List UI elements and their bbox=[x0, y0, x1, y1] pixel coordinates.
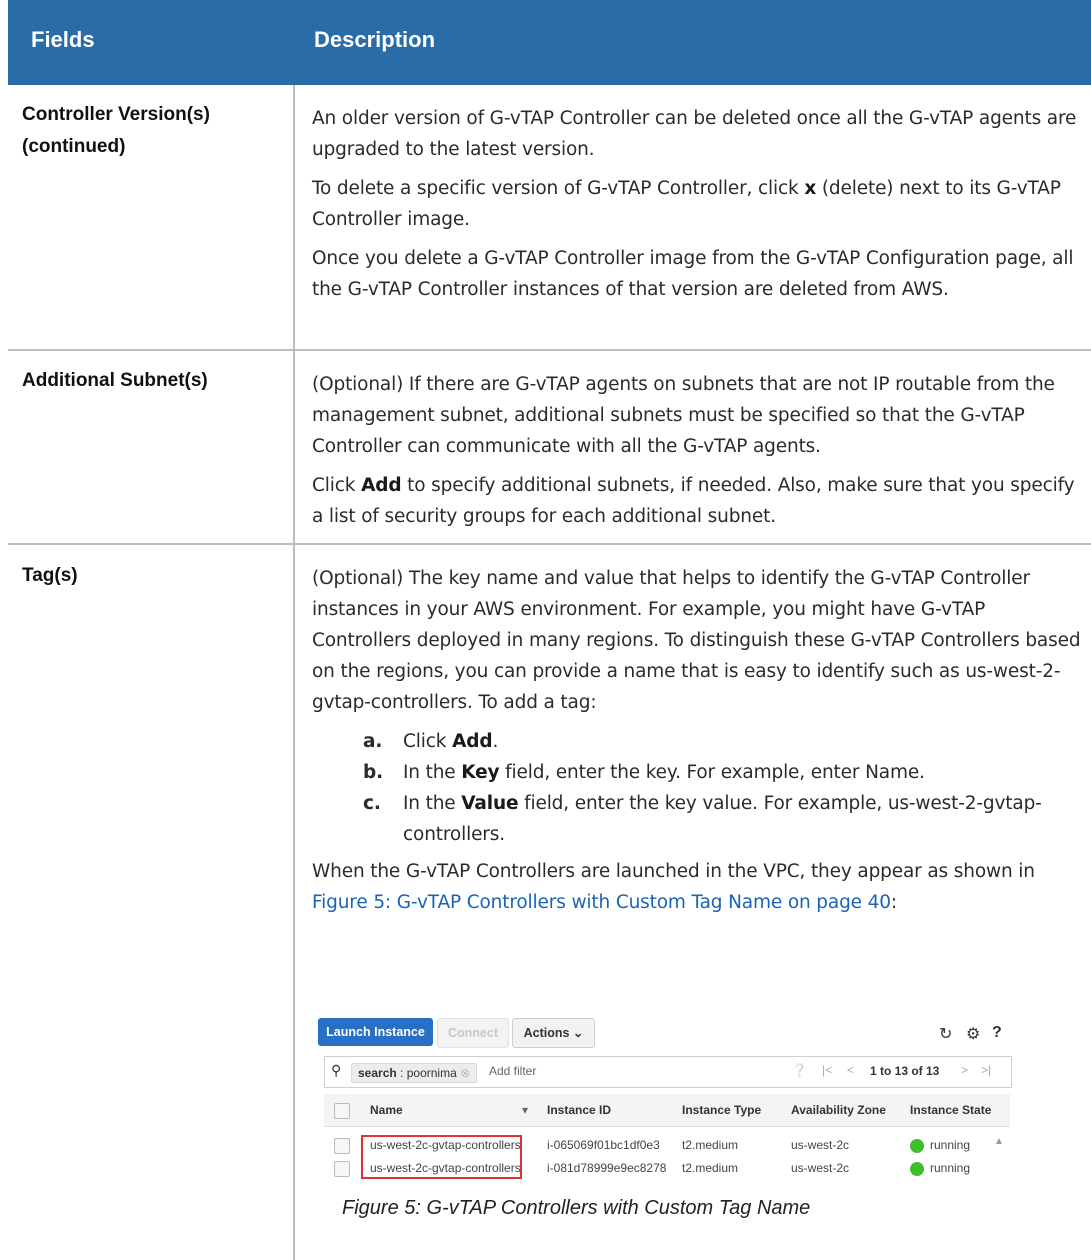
steps-list: a. Click Add. b. In the Key field, enter t… bbox=[312, 726, 1082, 850]
paragraph: (Optional) The key name and value that h… bbox=[312, 568, 1081, 713]
state-label: running bbox=[930, 1161, 971, 1175]
header-fields: Fields bbox=[31, 27, 95, 52]
list-item: b. In the Key field, enter the key. For e… bbox=[312, 757, 1082, 788]
paragraph: When the G-vTAP Controllers are launched… bbox=[312, 856, 1082, 918]
instance-type: t2.medium bbox=[682, 1161, 739, 1175]
text: . bbox=[492, 731, 499, 752]
actions-button[interactable]: Actions ⌄ bbox=[512, 1018, 595, 1048]
filter-key: search bbox=[358, 1066, 397, 1080]
description-tags: (Optional) The key name and value that h… bbox=[312, 563, 1082, 926]
bold-text: Key bbox=[461, 762, 500, 783]
sort-icon[interactable]: ▾ bbox=[522, 1103, 528, 1117]
help-icon[interactable]: ❔ bbox=[792, 1063, 807, 1077]
description-additional-subnets: (Optional) If there are G-vTAP agents on… bbox=[312, 369, 1082, 540]
column-header-name[interactable]: Name bbox=[370, 1103, 403, 1117]
connect-button[interactable]: Connect bbox=[437, 1018, 509, 1048]
bold-text: Value bbox=[461, 793, 519, 814]
state-label: running bbox=[930, 1138, 971, 1152]
availability-zone: us-west-2c bbox=[791, 1161, 850, 1175]
text: Click bbox=[403, 731, 453, 752]
instance-type: t2.medium bbox=[682, 1138, 739, 1152]
instance-id: i-065069f01bc1df0e3 bbox=[547, 1138, 660, 1152]
column-header-instance-state[interactable]: Instance State bbox=[910, 1103, 991, 1117]
highlight-box bbox=[361, 1135, 522, 1179]
first-page-icon[interactable]: |< bbox=[822, 1063, 832, 1077]
step-letter: c. bbox=[363, 793, 381, 814]
column-header-availability-zone[interactable]: Availability Zone bbox=[791, 1103, 886, 1117]
row-checkbox[interactable] bbox=[334, 1138, 350, 1154]
instances-table-header: Name ▾ Instance ID Instance Type Availab… bbox=[324, 1094, 1010, 1127]
gear-icon[interactable]: ⚙ bbox=[966, 1024, 980, 1044]
column-divider bbox=[293, 85, 295, 1260]
instance-state: running bbox=[910, 1134, 970, 1156]
search-bar[interactable]: ⚲ search : poornima ⊗ Add filter ❔ |< < … bbox=[324, 1056, 1012, 1088]
field-additional-subnets: Additional Subnet(s) bbox=[22, 370, 208, 391]
list-item: c. In the Value field, enter the key valu… bbox=[312, 788, 1082, 850]
figure-caption: Figure 5: G-vTAP Controllers with Custom… bbox=[342, 1197, 811, 1219]
field-label-continued: (continued) bbox=[22, 136, 126, 157]
text: In the bbox=[403, 762, 462, 783]
fields-table: Fields Description Controller Version(s)… bbox=[8, 0, 1091, 1260]
delete-x-label: x bbox=[804, 178, 817, 199]
refresh-icon[interactable]: ↻ bbox=[939, 1024, 952, 1044]
field-tags: Tag(s) bbox=[22, 565, 78, 586]
paragraph: To delete a specific version of G-vTAP C… bbox=[312, 173, 1082, 235]
actions-label: Actions bbox=[523, 1026, 570, 1040]
field-label: Controller Version(s) bbox=[22, 104, 210, 125]
figure-link[interactable]: Figure 5: G-vTAP Controllers with Custom… bbox=[312, 892, 891, 913]
instance-id: i-081d78999e9ec8278 bbox=[547, 1161, 667, 1175]
select-all-checkbox[interactable] bbox=[334, 1103, 350, 1119]
launch-instance-button[interactable]: Launch Instance bbox=[318, 1018, 433, 1046]
search-filter-tag[interactable]: search : poornima ⊗ bbox=[351, 1063, 478, 1083]
text: When the G-vTAP Controllers are launched… bbox=[312, 861, 1035, 882]
header-description: Description bbox=[314, 27, 436, 52]
step-letter: b. bbox=[363, 762, 383, 783]
description-controller-versions: An older version of G-vTAP Controller ca… bbox=[312, 103, 1082, 313]
scroll-up-icon[interactable]: ▲ bbox=[994, 1136, 1004, 1147]
add-label: Add bbox=[361, 475, 402, 496]
last-page-icon[interactable]: >| bbox=[981, 1063, 991, 1077]
text: In the bbox=[403, 793, 462, 814]
add-filter-input[interactable]: Add filter bbox=[489, 1064, 536, 1078]
instance-state: running bbox=[910, 1157, 970, 1179]
row-divider bbox=[8, 349, 1091, 351]
paragraph: Once you delete a G-vTAP Controller imag… bbox=[312, 248, 1074, 300]
column-header-instance-id[interactable]: Instance ID bbox=[547, 1103, 611, 1117]
text: Click bbox=[312, 475, 362, 496]
prev-page-icon[interactable]: < bbox=[847, 1063, 854, 1077]
text: To delete a specific version of G-vTAP C… bbox=[312, 178, 805, 199]
text: : bbox=[890, 892, 897, 913]
availability-zone: us-west-2c bbox=[791, 1138, 850, 1152]
row-checkbox[interactable] bbox=[334, 1161, 350, 1177]
running-status-icon bbox=[910, 1161, 924, 1176]
row-divider bbox=[8, 543, 1091, 545]
step-letter: a. bbox=[363, 731, 383, 752]
field-controller-versions: Controller Version(s) (continued) bbox=[22, 99, 210, 163]
help-icon[interactable]: ? bbox=[992, 1024, 1002, 1042]
search-icon: ⚲ bbox=[331, 1062, 342, 1078]
aws-console-screenshot: Launch Instance Connect Actions ⌄ ↻ ⚙ ? … bbox=[314, 1008, 1012, 1188]
column-header-instance-type[interactable]: Instance Type bbox=[682, 1103, 761, 1117]
paragraph: (Optional) If there are G-vTAP agents on… bbox=[312, 374, 1055, 457]
bold-text: Add bbox=[452, 731, 493, 752]
running-status-icon bbox=[910, 1138, 924, 1153]
next-page-icon[interactable]: > bbox=[961, 1063, 968, 1077]
paragraph: An older version of G-vTAP Controller ca… bbox=[312, 108, 1077, 160]
text: field, enter the key. For example, enter… bbox=[499, 762, 925, 783]
chevron-down-icon: ⌄ bbox=[572, 1026, 584, 1040]
close-icon[interactable]: ⊗ bbox=[460, 1066, 470, 1080]
filter-value: poornima bbox=[406, 1066, 457, 1080]
pagination-label: 1 to 13 of 13 bbox=[870, 1064, 940, 1078]
text: to specify additional subnets, if needed… bbox=[312, 475, 1075, 527]
list-item: a. Click Add. bbox=[312, 726, 1082, 757]
paragraph: Click Add to specify additional subnets,… bbox=[312, 470, 1082, 532]
table-header: Fields Description bbox=[8, 0, 1091, 85]
